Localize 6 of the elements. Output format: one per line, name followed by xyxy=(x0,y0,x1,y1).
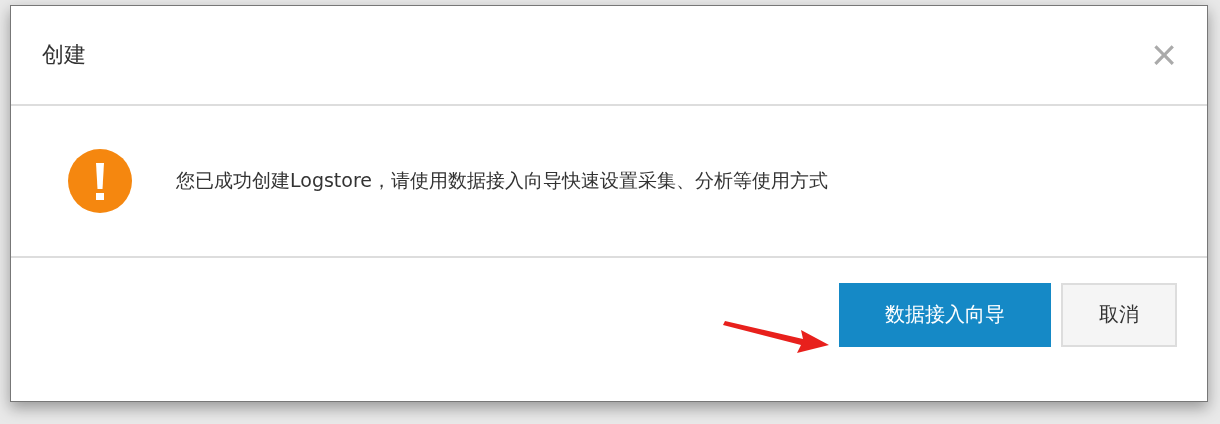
close-button[interactable]: × xyxy=(1151,33,1177,77)
dialog-title: 创建 xyxy=(42,41,86,69)
dialog-message: 您已成功创建Logstore，请使用数据接入向导快速设置采集、分析等使用方式 xyxy=(176,168,828,193)
wizard-button[interactable]: 数据接入向导 xyxy=(839,282,1051,347)
warning-icon xyxy=(68,149,132,213)
cancel-button[interactable]: 取消 xyxy=(1061,282,1177,347)
